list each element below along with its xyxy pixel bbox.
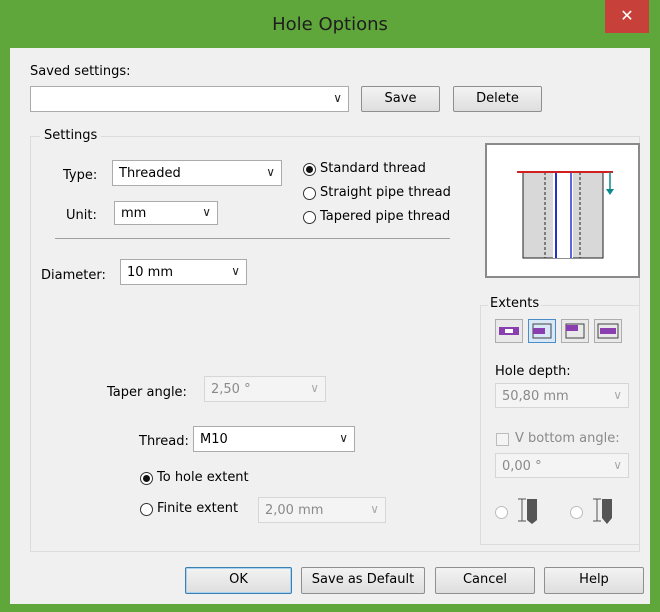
title-bar: Hole Options ✕	[0, 0, 660, 48]
extent-to-face-icon[interactable]	[561, 319, 589, 343]
save-as-default-button[interactable]: Save as Default	[301, 567, 425, 594]
hole-preview	[485, 143, 640, 278]
diameter-label-text: Diameter:	[41, 268, 106, 283]
close-button[interactable]: ✕	[605, 0, 649, 33]
extents-group-label: Extents	[488, 296, 542, 311]
settings-group-label: Settings	[40, 128, 102, 143]
hole-preview-diagram	[517, 171, 614, 259]
v-bottom-value: 0,00 °	[502, 459, 542, 474]
hole-depth-label: Hole depth:	[495, 364, 571, 379]
thread-label: Thread:	[139, 434, 189, 449]
diameter-value: 10 mm	[127, 265, 174, 280]
chevron-down-icon: ∨	[339, 431, 348, 445]
thread-combo[interactable]: M10 ∨	[193, 426, 355, 452]
extent-through-icon[interactable]	[495, 319, 523, 343]
dialog-title: Hole Options	[272, 14, 388, 35]
dialog-client: Saved settings: ∨ Save Delete Settings T…	[10, 48, 650, 604]
taper-angle-value: 2,50 °	[211, 382, 251, 397]
ok-button[interactable]: OK	[185, 567, 292, 594]
chevron-down-icon: ∨	[333, 91, 342, 105]
chevron-down-icon: ∨	[613, 388, 622, 402]
unit-value: mm	[121, 206, 147, 221]
finite-extent-radio[interactable]	[140, 503, 153, 516]
standard-thread-label: Standard thread	[320, 161, 426, 176]
chevron-down-icon: ∨	[613, 458, 622, 472]
angled-bottom-icon	[590, 496, 614, 530]
type-value: Threaded	[119, 166, 181, 181]
hole-depth-combo[interactable]: 50,80 mm ∨	[495, 383, 629, 408]
diameter-combo[interactable]: 10 mm ∨	[120, 259, 247, 285]
standard-thread-radio[interactable]	[303, 163, 316, 176]
unit-label: Unit:	[66, 208, 97, 223]
finite-extent-value: 2,00 mm	[265, 503, 324, 518]
to-hole-extent-radio[interactable]	[140, 472, 153, 485]
separator	[55, 238, 450, 239]
extent-blind-icon[interactable]	[528, 319, 556, 343]
taper-angle-combo[interactable]: 2,50 ° ∨	[204, 376, 326, 402]
flat-bottom-radio[interactable]	[495, 506, 508, 519]
saved-settings-combo[interactable]: ∨	[30, 86, 349, 112]
straight-pipe-thread-radio[interactable]	[303, 187, 316, 200]
flat-bottom-icon	[515, 496, 539, 530]
hole-depth-value: 50,80 mm	[502, 389, 569, 404]
v-bottom-label: V bottom angle:	[515, 431, 620, 446]
thread-value: M10	[200, 432, 228, 447]
chevron-down-icon: ∨	[266, 165, 275, 179]
delete-button[interactable]: Delete	[453, 86, 542, 112]
taper-angle-label: Taper angle:	[107, 385, 187, 400]
unit-combo[interactable]: mm ∨	[114, 201, 218, 225]
saved-settings-label: Saved settings:	[30, 64, 131, 79]
to-hole-extent-label: To hole extent	[157, 470, 249, 485]
finite-extent-label: Finite extent	[157, 501, 239, 516]
v-bottom-combo[interactable]: 0,00 ° ∨	[495, 453, 629, 478]
help-button[interactable]: Help	[544, 567, 644, 594]
v-bottom-checkbox[interactable]	[496, 433, 509, 446]
save-button[interactable]: Save	[361, 86, 440, 112]
straight-pipe-thread-label: Straight pipe thread	[320, 185, 451, 200]
chevron-down-icon: ∨	[370, 502, 379, 516]
chevron-down-icon: ∨	[231, 264, 240, 278]
extent-to-next-icon[interactable]	[594, 319, 622, 343]
type-combo[interactable]: Threaded ∨	[112, 160, 282, 186]
cancel-button[interactable]: Cancel	[435, 567, 535, 594]
tapered-pipe-thread-label: Tapered pipe thread	[320, 209, 451, 224]
angled-bottom-radio[interactable]	[570, 506, 583, 519]
chevron-down-icon: ∨	[202, 205, 211, 219]
tapered-pipe-thread-radio[interactable]	[303, 211, 316, 224]
hole-options-dialog: Hole Options ✕ Saved settings: ∨ Save De…	[0, 0, 660, 612]
type-label: Type:	[63, 168, 98, 183]
chevron-down-icon: ∨	[310, 381, 319, 395]
finite-extent-combo[interactable]: 2,00 mm ∨	[258, 497, 386, 523]
